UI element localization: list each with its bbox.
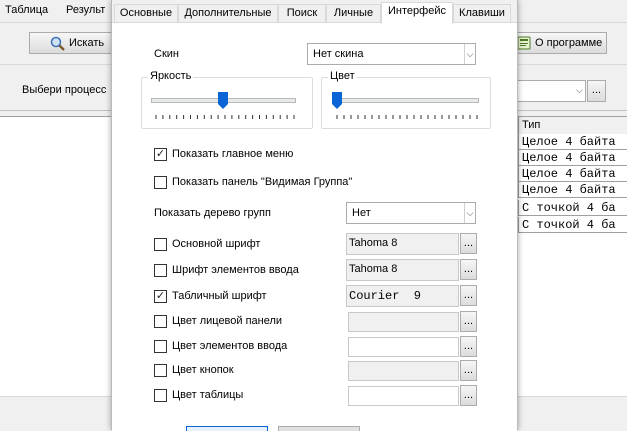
menu-item-table[interactable]: Таблица — [5, 4, 48, 16]
tab-hotkeys[interactable]: Клавиши — [453, 4, 511, 23]
color-group: Цвет — [321, 70, 491, 129]
show-visible-group-label: Показать панель "Видимая Группа" — [172, 176, 353, 188]
input-color-swatch — [348, 337, 459, 357]
input-color-checkbox[interactable] — [154, 340, 167, 353]
input-font-browse-button[interactable]: ... — [460, 259, 477, 280]
face-panel-color-label: Цвет лицевой панели — [172, 315, 283, 327]
button-color-browse-button[interactable]: ... — [460, 360, 477, 381]
search-button[interactable]: Искать — [29, 32, 117, 54]
tab-basic[interactable]: Основные — [114, 4, 178, 23]
process-label: Выбери процесс — [22, 84, 107, 96]
show-main-menu-checkbox[interactable]: ✓ — [154, 148, 167, 161]
brightness-slider[interactable] — [217, 92, 228, 109]
input-font-value: Tahoma 8 — [349, 263, 398, 275]
button-color-swatch — [348, 361, 459, 381]
table-row[interactable]: С точкой 4 ба — [518, 217, 627, 233]
group-tree-value: Нет — [352, 207, 371, 219]
tab-advanced[interactable]: Дополнительные — [178, 4, 278, 23]
color-ticks — [336, 115, 478, 119]
tab-personal[interactable]: Личные — [326, 4, 381, 23]
grid-header-type: Тип — [522, 119, 541, 131]
chevron-down-icon: ⌵ — [576, 85, 583, 95]
table-color-checkbox[interactable] — [154, 389, 167, 402]
table-row[interactable]: С точкой 4 ба — [518, 200, 627, 216]
input-font-checkbox[interactable] — [154, 264, 167, 277]
interface-page: Скин Нет скина ⌵ Яркость Цвет ✓ Показать… — [112, 22, 517, 431]
grid-header[interactable]: Тип — [518, 117, 627, 135]
brightness-ticks — [155, 115, 295, 119]
table-font-checkbox[interactable]: ✓ — [154, 290, 167, 303]
about-button[interactable]: О программе — [511, 32, 607, 54]
tab-search[interactable]: Поиск — [278, 4, 326, 23]
face-panel-color-browse-button[interactable]: ... — [460, 311, 477, 332]
button-color-label: Цвет кнопок — [172, 364, 234, 376]
table-row[interactable]: Целое 4 байта — [518, 166, 627, 182]
group-tree-label: Показать дерево групп — [154, 207, 271, 219]
search-button-label: Искать — [69, 37, 105, 49]
chevron-down-icon: ⌵ — [464, 203, 475, 223]
table-row[interactable]: Целое 4 байта — [518, 134, 627, 150]
input-font-label: Шрифт элементов ввода — [172, 264, 299, 276]
brightness-group: Яркость — [141, 70, 313, 129]
table-font-field: Courier 9 — [346, 285, 459, 307]
menu-item-results[interactable]: Результ — [66, 4, 105, 16]
process-combo[interactable]: ⌵ — [514, 80, 586, 102]
show-visible-group-checkbox[interactable] — [154, 176, 167, 189]
input-font-field: Tahoma 8 — [346, 259, 459, 281]
skin-value: Нет скина — [313, 48, 364, 60]
settings-dialog: Основные Дополнительные Поиск Личные Инт… — [111, 0, 518, 431]
skin-select[interactable]: Нет скина ⌵ — [307, 43, 476, 65]
show-main-menu-label: Показать главное меню — [172, 148, 294, 160]
main-font-label: Основной шрифт — [172, 238, 261, 250]
magnifier-icon — [50, 36, 65, 51]
table-font-label: Табличный шрифт — [172, 290, 267, 302]
main-font-checkbox[interactable] — [154, 238, 167, 251]
main-font-browse-button[interactable]: ... — [460, 233, 477, 254]
tab-strip: Основные Дополнительные Поиск Личные Инт… — [112, 2, 517, 24]
color-slider[interactable] — [332, 92, 342, 109]
process-browse-button[interactable]: ... — [587, 80, 606, 102]
input-color-browse-button[interactable]: ... — [460, 336, 477, 357]
info-book-icon — [517, 36, 531, 50]
button-color-checkbox[interactable] — [154, 364, 167, 377]
table-row[interactable]: Целое 4 байта — [518, 150, 627, 166]
table-row[interactable]: Целое 4 байта — [518, 182, 627, 198]
color-group-title: Цвет — [328, 70, 357, 82]
table-color-swatch — [348, 386, 459, 406]
table-font-browse-button[interactable]: ... — [460, 285, 477, 306]
ok-button[interactable] — [186, 426, 268, 431]
chevron-down-icon: ⌵ — [464, 44, 475, 64]
tab-interface[interactable]: Интерфейс — [381, 2, 453, 24]
input-color-label: Цвет элементов ввода — [172, 340, 288, 352]
main-font-value: Tahoma 8 — [349, 237, 398, 249]
about-button-label: О программе — [535, 37, 603, 49]
brightness-group-title: Яркость — [148, 70, 194, 82]
skin-label: Скин — [154, 48, 179, 60]
color-track — [332, 98, 479, 103]
face-panel-color-checkbox[interactable] — [154, 315, 167, 328]
cancel-button[interactable] — [278, 426, 360, 431]
main-font-field: Tahoma 8 — [346, 233, 459, 255]
face-panel-color-swatch — [348, 312, 459, 332]
table-color-browse-button[interactable]: ... — [460, 385, 477, 406]
table-font-value: Courier 9 — [349, 289, 422, 303]
table-color-label: Цвет таблицы — [172, 389, 244, 401]
group-tree-select[interactable]: Нет ⌵ — [346, 202, 476, 224]
